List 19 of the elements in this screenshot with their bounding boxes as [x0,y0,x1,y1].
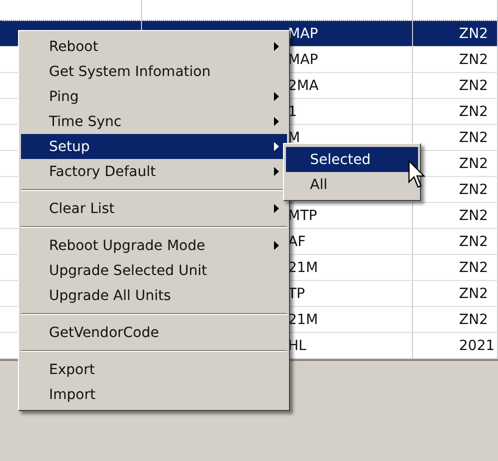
table-cell: ZN2 [459,234,488,250]
table-cell: MAP [288,26,318,42]
table-cell: ZN2 [459,78,488,94]
table-cell: ZN2 [459,156,488,172]
table-cell: ZN2 [459,130,488,146]
table-cell: ZN2 [459,208,488,224]
table-cell: 21M [288,260,318,276]
table-cell: 2MA [288,78,319,94]
table-cell: ZN2 [459,286,488,302]
table-cell: 2021 [459,338,495,354]
table-cell: MAP [288,52,318,68]
table-cell: 21M [288,312,318,328]
table-cell: ZN2 [459,312,488,328]
table-cell: ZN2 [459,52,488,68]
table-cell: ZN2 [459,182,488,198]
table-cell: ZN2 [459,26,488,42]
table-cell: ZN2 [459,260,488,276]
table-cell: TP [288,286,305,302]
table-cell: ZN2 [459,104,488,120]
